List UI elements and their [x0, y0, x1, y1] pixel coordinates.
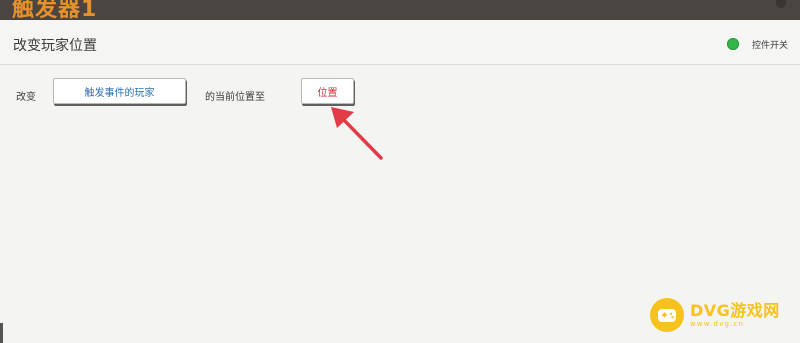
player-param-button[interactable]: 触发事件的玩家 [53, 78, 186, 104]
action-prefix-text: 改变 [16, 92, 36, 103]
action-middle-text: 的当前位置至 [205, 92, 265, 103]
window-title-bar: 触发器1 [0, 0, 800, 20]
site-watermark: DVG游戏网 www.dvg.cn [650, 298, 780, 332]
control-toggle-icon[interactable] [727, 38, 739, 50]
control-toggle-label: 控件开关 [752, 41, 789, 51]
gamepad-icon [650, 298, 684, 332]
window-title: 触发器1 [12, 0, 98, 20]
close-icon[interactable] [776, 0, 786, 8]
annotation-arrow-icon [331, 107, 383, 160]
trigger-action-panel: 改变玩家位置 控件开关 [0, 20, 800, 343]
watermark-url: www.dvg.cn [690, 319, 745, 328]
watermark-title: DVG游戏网 [690, 300, 780, 320]
panel-header: 改变玩家位置 控件开关 [0, 20, 800, 65]
window-edge-marker [0, 323, 3, 343]
action-title: 改变玩家位置 [13, 38, 97, 54]
